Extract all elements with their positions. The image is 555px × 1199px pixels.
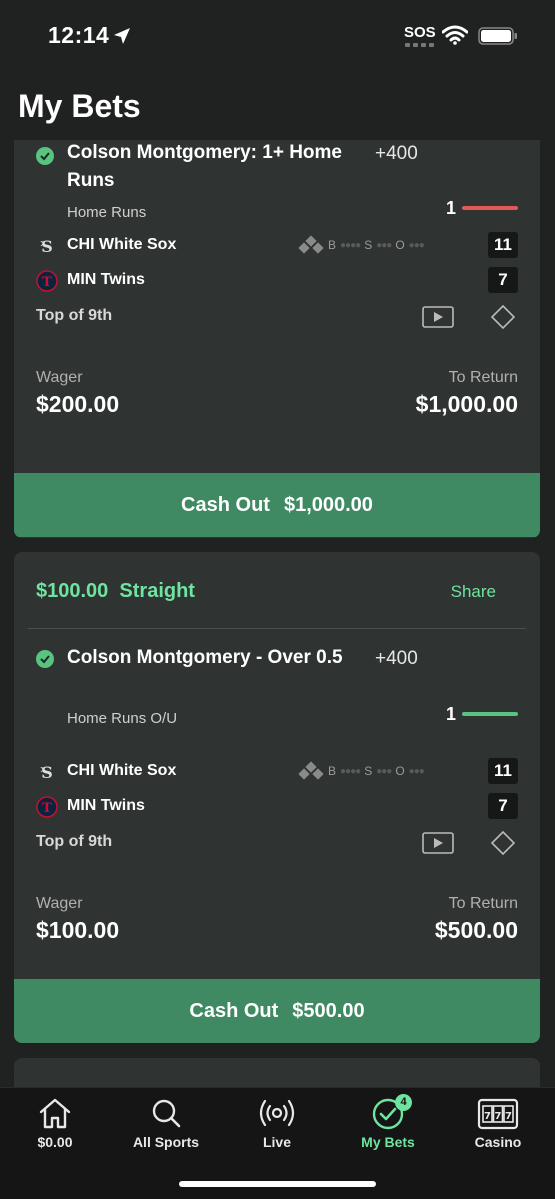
to-return-amount: $1,000.00: [415, 391, 518, 417]
tab-label: $0.00: [37, 1134, 73, 1150]
signal-dots-icon: [405, 43, 435, 47]
strikes-label: S: [364, 238, 373, 252]
strikes-label: S: [364, 764, 373, 778]
svg-text:7: 7: [495, 1111, 502, 1122]
strikes-dots: ●●●: [376, 765, 392, 777]
bases-icon: [298, 235, 324, 254]
team-home-name: MIN Twins: [67, 271, 145, 288]
market-name: Home Runs: [67, 204, 147, 221]
outs-dots: ●●●: [408, 765, 425, 777]
pitch-count: B ●●●● S ●●● O ●●●: [298, 235, 425, 254]
bets-list[interactable]: Colson Montgomery: 1+ Home Runs +400 Hom…: [14, 140, 540, 1087]
balls-dots: ●●●●: [340, 765, 361, 777]
tab-label: My Bets: [361, 1134, 415, 1150]
tab-label: Live: [262, 1134, 291, 1150]
inning-status: Top of 9th: [36, 833, 113, 850]
bets-count-badge: 4: [395, 1094, 412, 1111]
svg-text:7: 7: [505, 1111, 512, 1122]
inning-status: Top of 9th: [36, 307, 113, 324]
wager-amount: $100.00: [36, 917, 120, 943]
progress-value: 1: [446, 198, 457, 218]
tab-live[interactable]: Live: [227, 1096, 327, 1150]
video-play-icon[interactable]: [422, 306, 454, 328]
check-icon: [36, 147, 54, 165]
baseball-diamond-icon[interactable]: [490, 830, 516, 856]
cash-out-amount: $1,000.00: [283, 493, 373, 516]
cash-out-amount: $500.00: [292, 999, 365, 1022]
tab-home[interactable]: $0.00: [5, 1096, 105, 1150]
selection-name: Colson Montgomery - Over 0.5: [67, 647, 343, 668]
battery-icon: [478, 27, 517, 45]
strikes-dots: ●●●: [376, 239, 392, 251]
status-bar: 12:14 SOS: [0, 0, 555, 72]
progress-bar: [462, 712, 518, 716]
home-icon: [39, 1098, 71, 1129]
divider: [28, 628, 526, 629]
cash-out-label: Cash Out: [189, 999, 279, 1022]
svg-text:7: 7: [484, 1111, 491, 1122]
tab-all-sports[interactable]: All Sports: [116, 1096, 216, 1150]
cash-out-button[interactable]: Cash Out $500.00: [14, 979, 540, 1043]
selection-name: Colson Montgomery: 1+ Home Runs: [67, 142, 342, 191]
outs-label: O: [395, 238, 405, 252]
team-away-name: CHI White Sox: [67, 762, 177, 779]
score-home: 7: [488, 267, 518, 293]
twins-logo-icon: T: [36, 796, 58, 818]
status-time: 12:14: [48, 22, 110, 48]
balls-label: B: [328, 238, 337, 252]
selection-odds: +400: [375, 648, 418, 669]
bet-card: $100.00 Straight Share Colson Montgomery…: [14, 552, 540, 1043]
score-away: 11: [488, 758, 518, 784]
cash-out-button[interactable]: Cash Out $1,000.00: [14, 473, 540, 537]
cash-out-label: Cash Out: [181, 493, 270, 516]
bet-card: [14, 1058, 540, 1087]
home-indicator[interactable]: [179, 1181, 376, 1187]
tab-label: Casino: [474, 1134, 522, 1150]
progress-bar: [462, 206, 518, 210]
white-sox-logo-icon: S x: [40, 763, 52, 782]
pitch-count: B ●●●● S ●●● O ●●●: [298, 761, 425, 780]
wager-label: Wager: [36, 369, 83, 386]
check-icon: [36, 650, 54, 668]
progress-value: 1: [446, 704, 457, 724]
market-name: Home Runs O/U: [67, 710, 178, 727]
baseball-diamond-icon[interactable]: [490, 304, 516, 330]
broadcast-icon: [259, 1099, 295, 1127]
to-return-label: To Return: [448, 369, 518, 386]
bet-type-header: $100.00 Straight: [36, 580, 195, 602]
search-icon: [152, 1099, 181, 1128]
wager-amount: $200.00: [36, 391, 120, 417]
to-return-label: To Return: [448, 895, 518, 912]
svg-text:x: x: [40, 239, 45, 249]
balls-dots: ●●●●: [340, 239, 361, 251]
location-arrow-icon: [114, 28, 130, 44]
score-home: 7: [488, 793, 518, 819]
bases-icon: [298, 761, 324, 780]
tab-casino[interactable]: 7 7 7 Casino: [448, 1096, 548, 1150]
bet-card: Colson Montgomery: 1+ Home Runs +400 Hom…: [14, 140, 540, 538]
outs-label: O: [395, 764, 405, 778]
wager-label: Wager: [36, 895, 83, 912]
sos-indicator: SOS: [404, 24, 436, 41]
tab-my-bets[interactable]: 4 My Bets: [338, 1094, 438, 1150]
score-away: 11: [488, 232, 518, 258]
video-play-icon[interactable]: [422, 832, 454, 854]
to-return-amount: $500.00: [434, 917, 518, 943]
tab-label: All Sports: [132, 1134, 200, 1150]
svg-text:T: T: [42, 275, 52, 290]
share-button[interactable]: Share: [451, 582, 496, 602]
outs-dots: ●●●: [408, 239, 425, 251]
balls-label: B: [328, 764, 337, 778]
page-title: My Bets: [18, 88, 141, 124]
selection-odds: +400: [375, 143, 418, 164]
svg-text:x: x: [40, 765, 45, 775]
team-home-name: MIN Twins: [67, 797, 145, 814]
svg-text:T: T: [42, 801, 52, 816]
wifi-icon: [442, 25, 468, 45]
twins-logo-icon: T: [36, 270, 58, 292]
slot-machine-icon: 7 7 7: [477, 1098, 519, 1130]
white-sox-logo-icon: S x: [40, 237, 52, 256]
team-away-name: CHI White Sox: [67, 236, 177, 253]
